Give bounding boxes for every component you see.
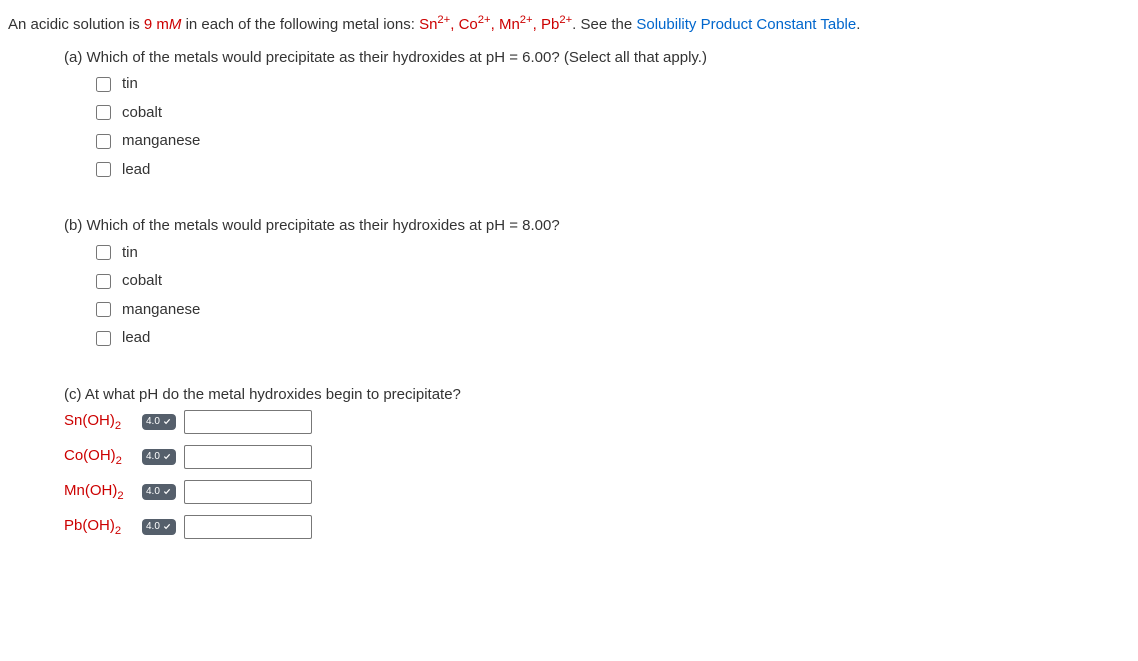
option-label: lead	[122, 327, 150, 350]
part-b-label: (b) Which of the metals would precipitat…	[64, 215, 1130, 238]
option-cobalt-a: cobalt	[92, 102, 1130, 125]
checkbox-cobalt-b[interactable]	[96, 274, 111, 289]
option-label: lead	[122, 159, 150, 182]
option-cobalt-b: cobalt	[92, 270, 1130, 293]
question-intro: An acidic solution is 9 mM in each of th…	[8, 12, 1130, 37]
checkbox-tin-a[interactable]	[96, 77, 111, 92]
ph-row-pb: Pb(OH)2 4.0	[64, 515, 1130, 540]
checkbox-tin-b[interactable]	[96, 245, 111, 260]
option-manganese-b: manganese	[92, 299, 1130, 322]
tolerance-badge: 4.0	[142, 484, 176, 500]
badge-text: 4.0	[146, 522, 160, 532]
check-icon	[162, 452, 172, 462]
intro-conc: 9 m	[144, 16, 169, 33]
option-lead-b: lead	[92, 327, 1130, 350]
part-a: (a) Which of the metals would precipitat…	[64, 47, 1130, 182]
check-icon	[162, 522, 172, 532]
badge-text: 4.0	[146, 487, 160, 497]
part-b: (b) Which of the metals would precipitat…	[64, 215, 1130, 350]
option-lead-a: lead	[92, 159, 1130, 182]
check-icon	[162, 417, 172, 427]
tolerance-badge: 4.0	[142, 519, 176, 535]
checkbox-manganese-b[interactable]	[96, 302, 111, 317]
option-tin-b: tin	[92, 242, 1130, 265]
ion-1: Sn2+	[419, 16, 450, 33]
intro-mid: in each of the following metal ions:	[181, 16, 419, 33]
ph-row-co: Co(OH)2 4.0	[64, 445, 1130, 470]
badge-text: 4.0	[146, 452, 160, 462]
option-label: manganese	[122, 299, 200, 322]
check-icon	[162, 487, 172, 497]
tolerance-badge: 4.0	[142, 449, 176, 465]
sep: ,	[533, 16, 541, 33]
part-a-label: (a) Which of the metals would precipitat…	[64, 47, 1130, 70]
ph-input-pb[interactable]	[184, 515, 312, 539]
option-label: cobalt	[122, 270, 162, 293]
intro-conc-unit: M	[169, 16, 182, 33]
ion-2: Co2+	[459, 16, 491, 33]
formula-sn: Sn(OH)2	[64, 410, 134, 435]
sep: ,	[491, 16, 499, 33]
intro-end: .	[856, 16, 860, 33]
option-tin-a: tin	[92, 73, 1130, 96]
part-c-label: (c) At what pH do the metal hydroxides b…	[64, 384, 1130, 407]
intro-after-ions: . See the	[572, 16, 636, 33]
option-manganese-a: manganese	[92, 130, 1130, 153]
checkbox-lead-a[interactable]	[96, 162, 111, 177]
checkbox-cobalt-a[interactable]	[96, 105, 111, 120]
part-c: (c) At what pH do the metal hydroxides b…	[64, 384, 1130, 540]
formula-co: Co(OH)2	[64, 445, 134, 470]
option-label: tin	[122, 242, 138, 265]
option-label: tin	[122, 73, 138, 96]
tolerance-badge: 4.0	[142, 414, 176, 430]
formula-pb: Pb(OH)2	[64, 515, 134, 540]
ph-input-sn[interactable]	[184, 410, 312, 434]
checkbox-manganese-a[interactable]	[96, 134, 111, 149]
formula-mn: Mn(OH)2	[64, 480, 134, 505]
badge-text: 4.0	[146, 417, 160, 427]
ion-3: Mn2+	[499, 16, 533, 33]
option-label: cobalt	[122, 102, 162, 125]
ion-4: Pb2+	[541, 16, 572, 33]
ph-row-mn: Mn(OH)2 4.0	[64, 480, 1130, 505]
ph-row-sn: Sn(OH)2 4.0	[64, 410, 1130, 435]
ksp-table-link[interactable]: Solubility Product Constant Table	[636, 16, 856, 33]
ph-input-co[interactable]	[184, 445, 312, 469]
checkbox-lead-b[interactable]	[96, 331, 111, 346]
ph-input-mn[interactable]	[184, 480, 312, 504]
option-label: manganese	[122, 130, 200, 153]
sep: ,	[450, 16, 458, 33]
intro-prefix: An acidic solution is	[8, 16, 144, 33]
